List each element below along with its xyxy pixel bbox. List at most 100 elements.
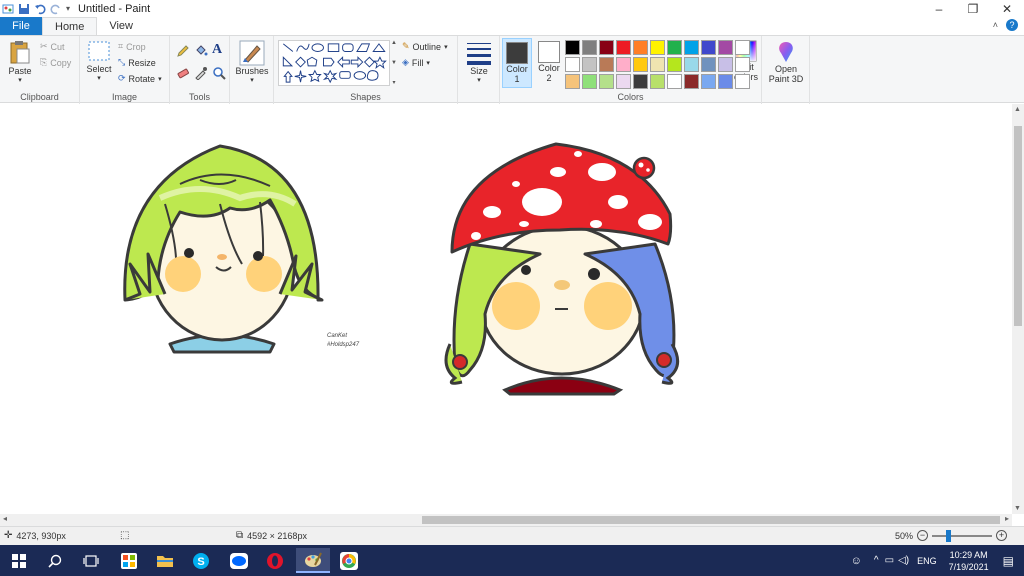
palette-swatch[interactable]	[616, 57, 631, 72]
palette-swatch[interactable]	[599, 74, 614, 89]
brushes-dropdown-icon[interactable]: ▾	[250, 76, 254, 84]
palette-swatch[interactable]	[616, 40, 631, 55]
palette-swatch[interactable]	[650, 57, 665, 72]
text-tool-icon[interactable]: A	[212, 42, 222, 58]
taskbar-skype[interactable]: S	[186, 548, 216, 573]
palette-swatch[interactable]	[633, 74, 648, 89]
palette-swatch[interactable]	[718, 40, 733, 55]
restore-button[interactable]: ❐	[956, 0, 990, 17]
volume-icon[interactable]: ◁)	[898, 555, 909, 566]
tab-home[interactable]: Home	[42, 17, 98, 35]
palette-swatch[interactable]	[565, 40, 580, 55]
clock[interactable]: 10:29 AM 7/19/2021	[949, 549, 989, 573]
copy-button[interactable]: ⎘ Copy	[40, 57, 71, 68]
palette-swatch[interactable]	[633, 57, 648, 72]
scroll-right-icon[interactable]: ▸	[1005, 514, 1009, 523]
size-button[interactable]: Size ▾	[463, 40, 495, 84]
cut-button[interactable]: ✂ Cut	[40, 41, 65, 52]
palette-swatch[interactable]	[650, 74, 665, 89]
palette-swatch[interactable]	[718, 74, 733, 89]
notification-center-icon[interactable]: ▤	[1003, 554, 1014, 568]
palette-swatch[interactable]	[684, 40, 699, 55]
tab-view[interactable]: View	[97, 17, 145, 35]
palette-swatch[interactable]	[599, 40, 614, 55]
horizontal-scroll-thumb[interactable]	[422, 516, 1000, 524]
minimize-button[interactable]: –	[922, 0, 956, 17]
palette-swatch[interactable]	[735, 57, 750, 72]
select-dropdown-icon[interactable]: ▾	[97, 74, 101, 82]
taskbar-app-store[interactable]	[114, 548, 144, 573]
zoom-in-icon[interactable]: +	[996, 530, 1008, 541]
select-button[interactable]: Select ▾	[84, 40, 114, 82]
task-view-button[interactable]	[76, 548, 106, 573]
shapes-expand-icon[interactable]: ▾	[392, 79, 395, 86]
scroll-up-icon[interactable]: ▲	[1014, 106, 1021, 113]
show-hidden-icons-icon[interactable]: ^	[874, 555, 879, 566]
color-picker-icon[interactable]	[194, 66, 208, 80]
pencil-icon[interactable]	[176, 44, 190, 58]
palette-swatch[interactable]	[684, 74, 699, 89]
input-language[interactable]: ENG	[917, 556, 937, 566]
zoom-slider-thumb[interactable]	[946, 529, 952, 542]
people-icon[interactable]: ☺	[851, 555, 862, 567]
palette-swatch[interactable]	[667, 57, 682, 72]
undo-icon[interactable]	[34, 3, 46, 15]
zoom-slider[interactable]	[932, 529, 993, 542]
palette-swatch[interactable]	[565, 57, 580, 72]
shapes-scroll-down-icon[interactable]: ▼	[391, 60, 397, 66]
taskbar-file-explorer[interactable]	[150, 548, 180, 573]
paste-dropdown-icon[interactable]: ▾	[18, 76, 22, 84]
palette-swatch[interactable]	[701, 74, 716, 89]
fill-button[interactable]: ◈ Fill ▾	[402, 57, 430, 68]
rotate-button[interactable]: ⟳ Rotate ▾	[118, 73, 162, 84]
palette-swatch[interactable]	[735, 40, 750, 55]
palette-swatch[interactable]	[701, 57, 716, 72]
palette-swatch[interactable]	[616, 74, 631, 89]
scroll-down-icon[interactable]: ▼	[1014, 505, 1021, 512]
palette-swatch[interactable]	[718, 57, 733, 72]
fill-dropdown-icon[interactable]: ▾	[426, 59, 430, 67]
color1-button[interactable]: Color 1	[502, 38, 532, 88]
palette-swatch[interactable]	[735, 74, 750, 89]
brushes-button[interactable]: Brushes ▾	[234, 40, 270, 84]
fill-bucket-icon[interactable]	[194, 44, 208, 58]
network-icon[interactable]: ▭	[885, 555, 894, 566]
palette-swatch[interactable]	[633, 40, 648, 55]
color2-button[interactable]: Color 2	[534, 38, 564, 88]
taskbar-chrome[interactable]	[334, 548, 364, 573]
palette-swatch[interactable]	[582, 40, 597, 55]
rotate-dropdown-icon[interactable]: ▾	[158, 75, 162, 83]
magnifier-icon[interactable]	[212, 66, 226, 80]
vertical-scrollbar[interactable]: ▲ ▼	[1012, 104, 1024, 514]
resize-button[interactable]: ⤡ Resize	[118, 57, 156, 68]
eraser-icon[interactable]	[176, 66, 190, 80]
paste-button[interactable]: Paste ▾	[6, 40, 34, 84]
palette-swatch[interactable]	[582, 57, 597, 72]
palette-swatch[interactable]	[599, 57, 614, 72]
start-button[interactable]	[4, 548, 34, 573]
size-dropdown-icon[interactable]: ▾	[477, 76, 481, 84]
collapse-ribbon-icon[interactable]: ˄	[993, 20, 998, 30]
zoom-out-icon[interactable]: −	[917, 530, 929, 541]
shapes-gallery[interactable]	[278, 40, 390, 86]
open-paint3d-button[interactable]: Open Paint 3D	[766, 40, 806, 84]
drawing-canvas[interactable]: CanKet #Holdsp247	[0, 104, 1012, 514]
palette-swatch[interactable]	[582, 74, 597, 89]
outline-dropdown-icon[interactable]: ▾	[444, 43, 448, 51]
tab-file[interactable]: File	[0, 17, 42, 35]
canvas-workspace[interactable]: CanKet #Holdsp247	[0, 104, 1012, 514]
vertical-scroll-thumb[interactable]	[1014, 126, 1022, 326]
search-button[interactable]	[40, 548, 70, 573]
palette-swatch[interactable]	[565, 74, 580, 89]
horizontal-scrollbar[interactable]: ◂ ▸	[0, 514, 1012, 526]
scroll-left-icon[interactable]: ◂	[3, 514, 7, 523]
shapes-scroll[interactable]: ▲ ▼ ▾	[390, 40, 398, 86]
palette-swatch[interactable]	[650, 40, 665, 55]
close-button[interactable]: ✕	[990, 0, 1024, 17]
redo-icon[interactable]	[50, 3, 62, 15]
save-icon[interactable]	[18, 3, 30, 15]
palette-swatch[interactable]	[667, 40, 682, 55]
palette-swatch[interactable]	[701, 40, 716, 55]
crop-button[interactable]: ⌗ Crop	[118, 41, 146, 52]
taskbar-zalo[interactable]	[224, 548, 254, 573]
